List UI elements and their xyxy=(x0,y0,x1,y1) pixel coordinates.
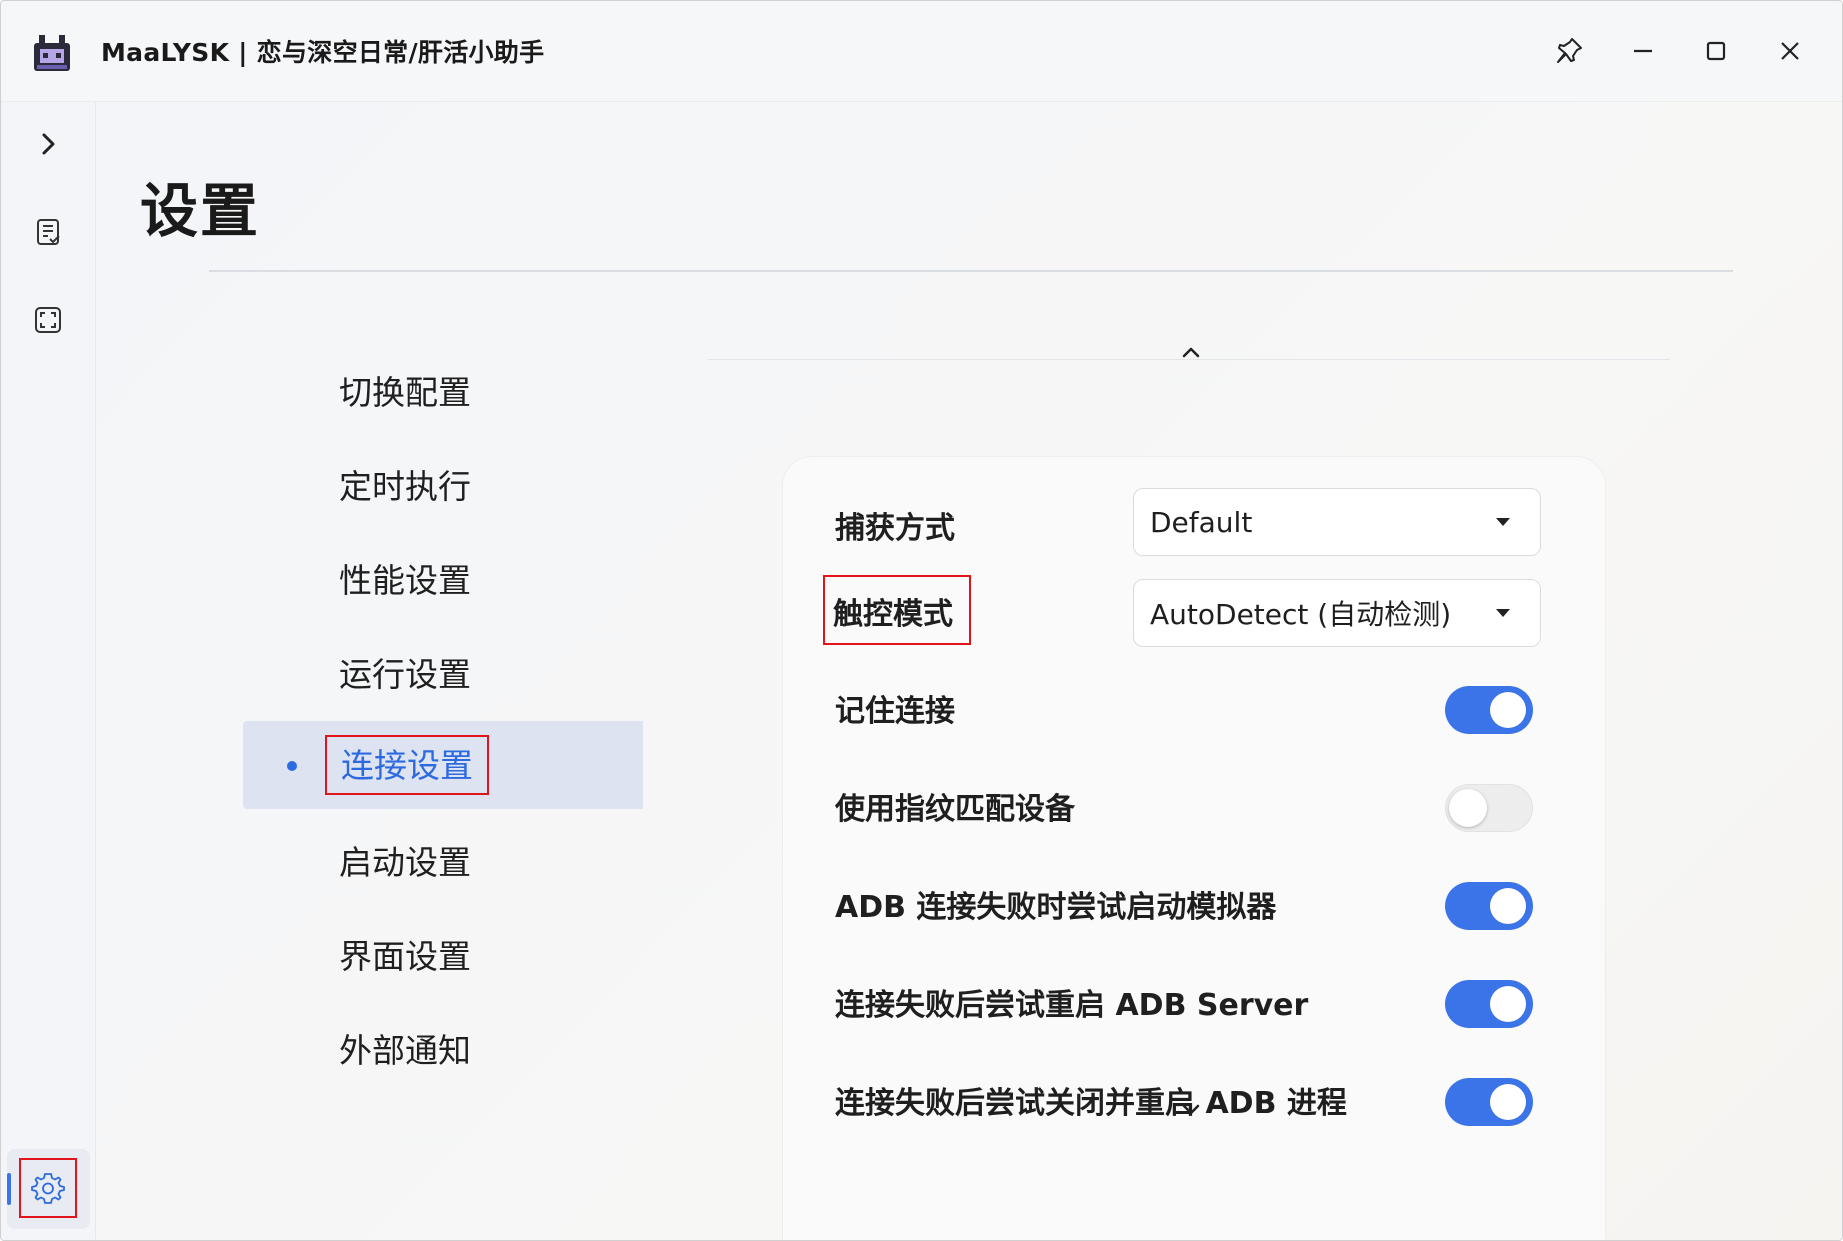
toggle-label: 记住连接 xyxy=(835,694,955,729)
toggle-knob xyxy=(1490,1084,1526,1120)
gear-icon[interactable] xyxy=(19,1158,77,1218)
task-list-icon[interactable] xyxy=(23,207,73,257)
toggle-label: 连接失败后尝试重启 ADB Server xyxy=(835,988,1309,1023)
start-emulator-toggle[interactable] xyxy=(1445,882,1533,930)
caret-down-icon xyxy=(1496,518,1510,526)
remember-connection-toggle[interactable] xyxy=(1445,686,1533,734)
toggle-knob xyxy=(1490,986,1526,1022)
menu-item-label: 定时执行 xyxy=(339,467,471,506)
menu-item-ui[interactable]: 界面设置 xyxy=(243,910,643,998)
toggle-label: ADB 连接失败时尝试启动模拟器 xyxy=(835,890,1277,925)
capture-method-value: Default xyxy=(1150,505,1253,539)
caret-down-icon xyxy=(1496,609,1510,617)
touch-mode-select[interactable]: AutoDetect (自动检测) xyxy=(1133,579,1541,647)
settings-page: 设置 切换配置 定时执行 性能设置 运行设置 连接设置 启动设置 界面设置 外部… xyxy=(96,102,1842,1240)
menu-item-schedule[interactable]: 定时执行 xyxy=(243,440,643,528)
touch-mode-label: 触控模式 xyxy=(823,575,971,645)
minimize-icon[interactable] xyxy=(1615,23,1671,79)
menu-item-label: 启动设置 xyxy=(339,843,471,882)
touch-mode-value: AutoDetect (自动检测) xyxy=(1150,598,1452,631)
toggle-knob xyxy=(1449,789,1487,827)
toggle-label: 连接失败后尝试关闭并重启 ADB 进程 xyxy=(835,1086,1347,1121)
fingerprint-match-toggle[interactable] xyxy=(1445,784,1533,832)
active-dot xyxy=(287,761,297,771)
app-window: MaaLYSK | 恋与深空日常/肝活小助手 设置 切换配置 定时执行 性能设置… xyxy=(0,0,1843,1241)
restart-adb-server-toggle[interactable] xyxy=(1445,980,1533,1028)
scroll-fade xyxy=(783,1131,1605,1240)
app-logo-icon xyxy=(31,31,73,73)
page-title: 设置 xyxy=(140,177,261,245)
screenshot-frame-icon[interactable] xyxy=(23,295,73,345)
menu-item-connection[interactable]: 连接设置 xyxy=(243,721,643,809)
chevron-right-icon[interactable] xyxy=(23,119,73,169)
maximize-icon[interactable] xyxy=(1688,23,1744,79)
pin-icon[interactable] xyxy=(1541,23,1597,79)
toggle-knob xyxy=(1490,692,1526,728)
window-title: MaaLYSK | 恋与深空日常/肝活小助手 xyxy=(101,38,545,67)
menu-item-label: 界面设置 xyxy=(339,937,471,976)
menu-item-label: 外部通知 xyxy=(339,1031,471,1070)
connection-settings-card: 捕获方式 Default 触控模式 AutoDetect (自动检测) 记住连接… xyxy=(782,456,1606,1240)
menu-item-switch-config[interactable]: 切换配置 xyxy=(243,346,643,434)
menu-item-startup[interactable]: 启动设置 xyxy=(243,816,643,904)
active-indicator xyxy=(7,1173,11,1205)
capture-method-select[interactable]: Default xyxy=(1133,488,1541,556)
chevron-up-icon[interactable] xyxy=(1176,342,1206,362)
toggle-knob xyxy=(1490,888,1526,924)
close-icon[interactable] xyxy=(1762,23,1818,79)
toggle-label: 使用指纹匹配设备 xyxy=(835,792,1075,827)
restart-adb-process-toggle[interactable] xyxy=(1445,1078,1533,1126)
menu-item-label: 运行设置 xyxy=(339,655,471,694)
capture-method-label: 捕获方式 xyxy=(835,511,955,546)
menu-item-notification[interactable]: 外部通知 xyxy=(243,1004,643,1092)
nav-rail xyxy=(1,102,96,1240)
menu-item-performance[interactable]: 性能设置 xyxy=(243,534,643,622)
title-divider xyxy=(209,270,1733,272)
menu-item-run[interactable]: 运行设置 xyxy=(243,628,643,716)
menu-item-label: 性能设置 xyxy=(339,561,471,600)
menu-item-label: 连接设置 xyxy=(325,735,489,795)
menu-item-label: 切换配置 xyxy=(339,373,471,412)
title-bar: MaaLYSK | 恋与深空日常/肝活小助手 xyxy=(1,1,1842,102)
chevron-down-icon[interactable] xyxy=(1176,1100,1206,1120)
